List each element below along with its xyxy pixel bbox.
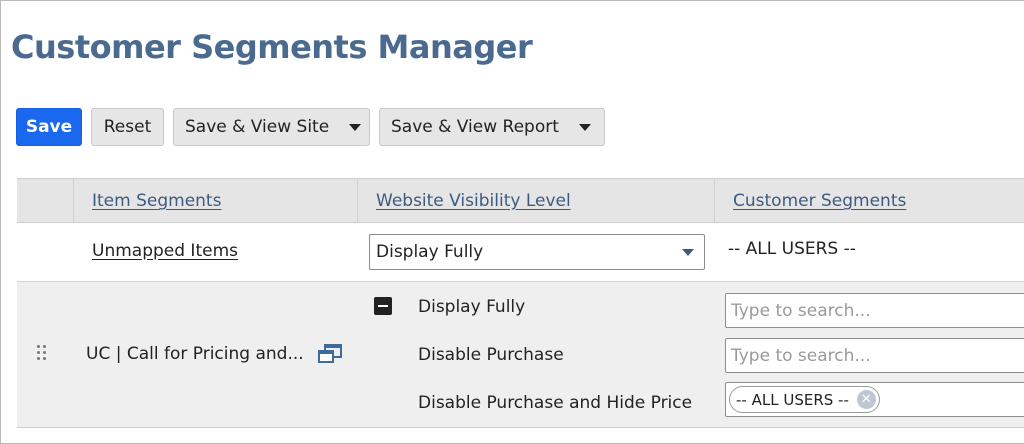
caret-down-icon bbox=[682, 249, 694, 256]
drag-handle-icon[interactable] bbox=[37, 345, 49, 361]
visibility-level-label: Disable Purchase bbox=[418, 345, 564, 365]
copy-windows-icon[interactable] bbox=[317, 344, 343, 364]
segment-tag-label: -- ALL USERS -- bbox=[736, 390, 849, 409]
save-view-report-button[interactable]: Save & View Report bbox=[379, 108, 605, 146]
caret-down-icon[interactable] bbox=[578, 123, 591, 131]
visibility-select-value: Display Fully bbox=[376, 242, 484, 262]
segment-tag: -- ALL USERS -- ✕ bbox=[729, 386, 880, 413]
visibility-level-label: Display Fully bbox=[418, 297, 526, 317]
column-divider bbox=[714, 179, 715, 222]
reset-button[interactable]: Reset bbox=[91, 108, 164, 146]
table-row: Unmapped Items Display Fully -- ALL USER… bbox=[17, 223, 1024, 281]
save-view-site-label: Save & View Site bbox=[185, 117, 330, 137]
column-header-visibility-level[interactable]: Website Visibility Level bbox=[376, 191, 571, 211]
item-segment-link[interactable]: Unmapped Items bbox=[92, 241, 238, 261]
table-row: UC | Call for Pricing and... Display Ful… bbox=[17, 281, 1024, 428]
item-segment-name: UC | Call for Pricing and... bbox=[86, 344, 304, 364]
column-header-item-segments[interactable]: Item Segments bbox=[92, 191, 221, 211]
customer-segment-tag-field[interactable]: -- ALL USERS -- ✕ bbox=[725, 382, 1024, 417]
caret-down-icon[interactable] bbox=[349, 123, 362, 131]
collapse-minus-icon[interactable] bbox=[374, 297, 392, 315]
page-title: Customer Segments Manager bbox=[11, 28, 533, 66]
column-divider bbox=[73, 179, 74, 222]
column-divider bbox=[357, 179, 358, 222]
visibility-level-label: Disable Purchase and Hide Price bbox=[418, 393, 693, 413]
customer-segment-search-input[interactable] bbox=[725, 293, 1024, 328]
save-view-report-label: Save & View Report bbox=[391, 117, 559, 137]
remove-tag-icon[interactable]: ✕ bbox=[856, 390, 876, 409]
column-header-customer-segments[interactable]: Customer Segments bbox=[733, 191, 906, 211]
table-header: Item Segments Website Visibility Level C… bbox=[17, 178, 1024, 223]
visibility-select[interactable]: Display Fully bbox=[369, 234, 705, 270]
customer-segments-value: -- ALL USERS -- bbox=[728, 239, 856, 259]
customer-segment-search-input[interactable] bbox=[725, 338, 1024, 373]
save-button[interactable]: Save bbox=[16, 108, 82, 146]
save-view-site-button[interactable]: Save & View Site bbox=[173, 108, 370, 146]
